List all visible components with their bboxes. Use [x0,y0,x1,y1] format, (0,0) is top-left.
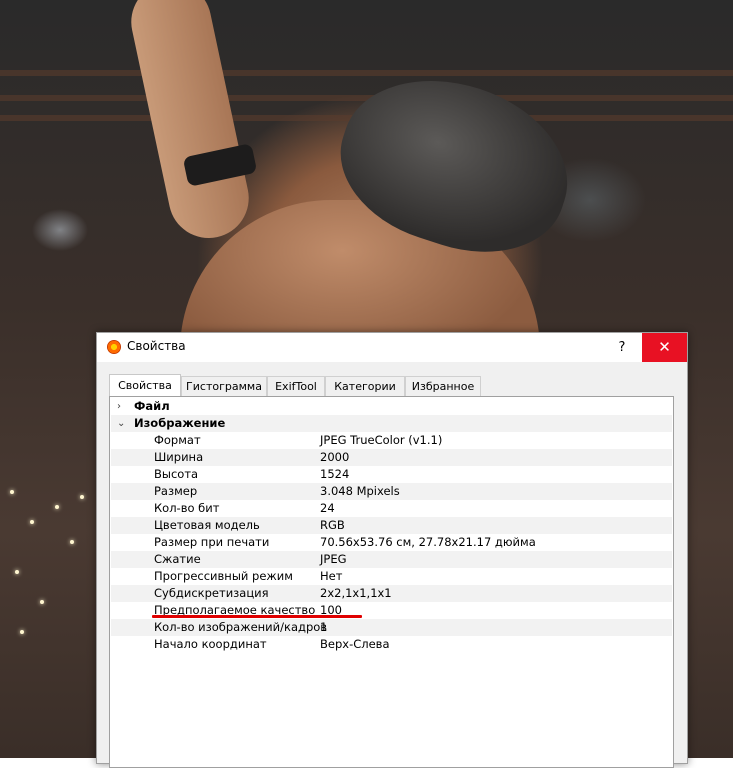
title-bar[interactable]: Свойства ? ✕ [97,333,687,362]
property-row[interactable]: Цветовая модель RGB [111,517,672,534]
property-value: 3.048 Mpixels [320,484,400,498]
group-image[interactable]: ⌄ Изображение [111,415,672,432]
property-row[interactable]: Высота 1524 [111,466,672,483]
property-key: Цветовая модель [154,518,260,532]
property-row[interactable]: Субдискретизация 2x2,1x1,1x1 [111,585,672,602]
property-row[interactable]: Размер 3.048 Mpixels [111,483,672,500]
chevron-down-icon[interactable]: ⌄ [117,415,127,432]
property-row[interactable]: Размер при печати 70.56x53.76 см, 27.78x… [111,534,672,551]
property-row[interactable]: Ширина 2000 [111,449,672,466]
xnview-app-icon [107,340,121,354]
photo-arm [123,0,257,246]
property-value: 2000 [320,450,350,464]
group-file[interactable]: › Файл [111,398,672,415]
property-row[interactable]: Формат JPEG TrueColor (v1.1) [111,432,672,449]
property-value: JPEG TrueColor (v1.1) [320,433,443,447]
property-key: Субдискретизация [154,586,269,600]
property-key: Кол-во изображений/кадров [154,620,328,634]
property-key: Ширина [154,450,204,464]
close-button[interactable]: ✕ [642,333,687,362]
property-key: Кол-во бит [154,501,220,515]
tab-categories[interactable]: Категории [325,376,405,396]
property-key: Формат [154,433,201,447]
property-value: Верх-Слева [320,637,390,651]
property-value: 1524 [320,467,350,481]
property-key: Сжатие [154,552,201,566]
tab-exiftool[interactable]: ExifTool [267,376,325,396]
chevron-right-icon[interactable]: › [117,398,127,415]
property-row[interactable]: Начало координат Верх-Слева [111,636,672,653]
property-key: Размер [154,484,198,498]
property-key: Начало координат [154,637,267,651]
group-label: Файл [134,399,170,413]
help-button[interactable]: ? [602,333,642,362]
close-icon: ✕ [658,338,671,356]
property-value: Нет [320,569,343,583]
properties-tree[interactable]: › Файл ⌄ Изображение Формат JPEG TrueCol… [109,396,674,768]
group-label: Изображение [134,416,226,430]
property-key: Размер при печати [154,535,270,549]
property-row[interactable]: Сжатие JPEG [111,551,672,568]
property-key: Высота [154,467,199,481]
property-value: RGB [320,518,345,532]
tab-properties[interactable]: Свойства [109,374,181,397]
property-row[interactable]: Прогрессивный режим Нет [111,568,672,585]
property-row[interactable]: Кол-во изображений/кадров 1 [111,619,672,636]
property-value: 1 [320,620,328,634]
tab-histogram[interactable]: Гистограмма [181,376,267,396]
property-row[interactable]: Кол-во бит 24 [111,500,672,517]
window-title: Свойства [127,339,186,353]
properties-dialog: Свойства ? ✕ Свойства Гистограмма ExifTo… [96,332,688,768]
tab-bar: Свойства Гистограмма ExifTool Категории … [109,374,679,397]
property-value: 2x2,1x1,1x1 [320,586,392,600]
tab-favorites[interactable]: Избранное [405,376,481,396]
property-value: JPEG [320,552,347,566]
red-highlight-underline [152,615,362,618]
property-value: 70.56x53.76 см, 27.78x21.17 дюйма [320,535,536,549]
property-key: Прогрессивный режим [154,569,293,583]
property-value: 24 [320,501,335,515]
